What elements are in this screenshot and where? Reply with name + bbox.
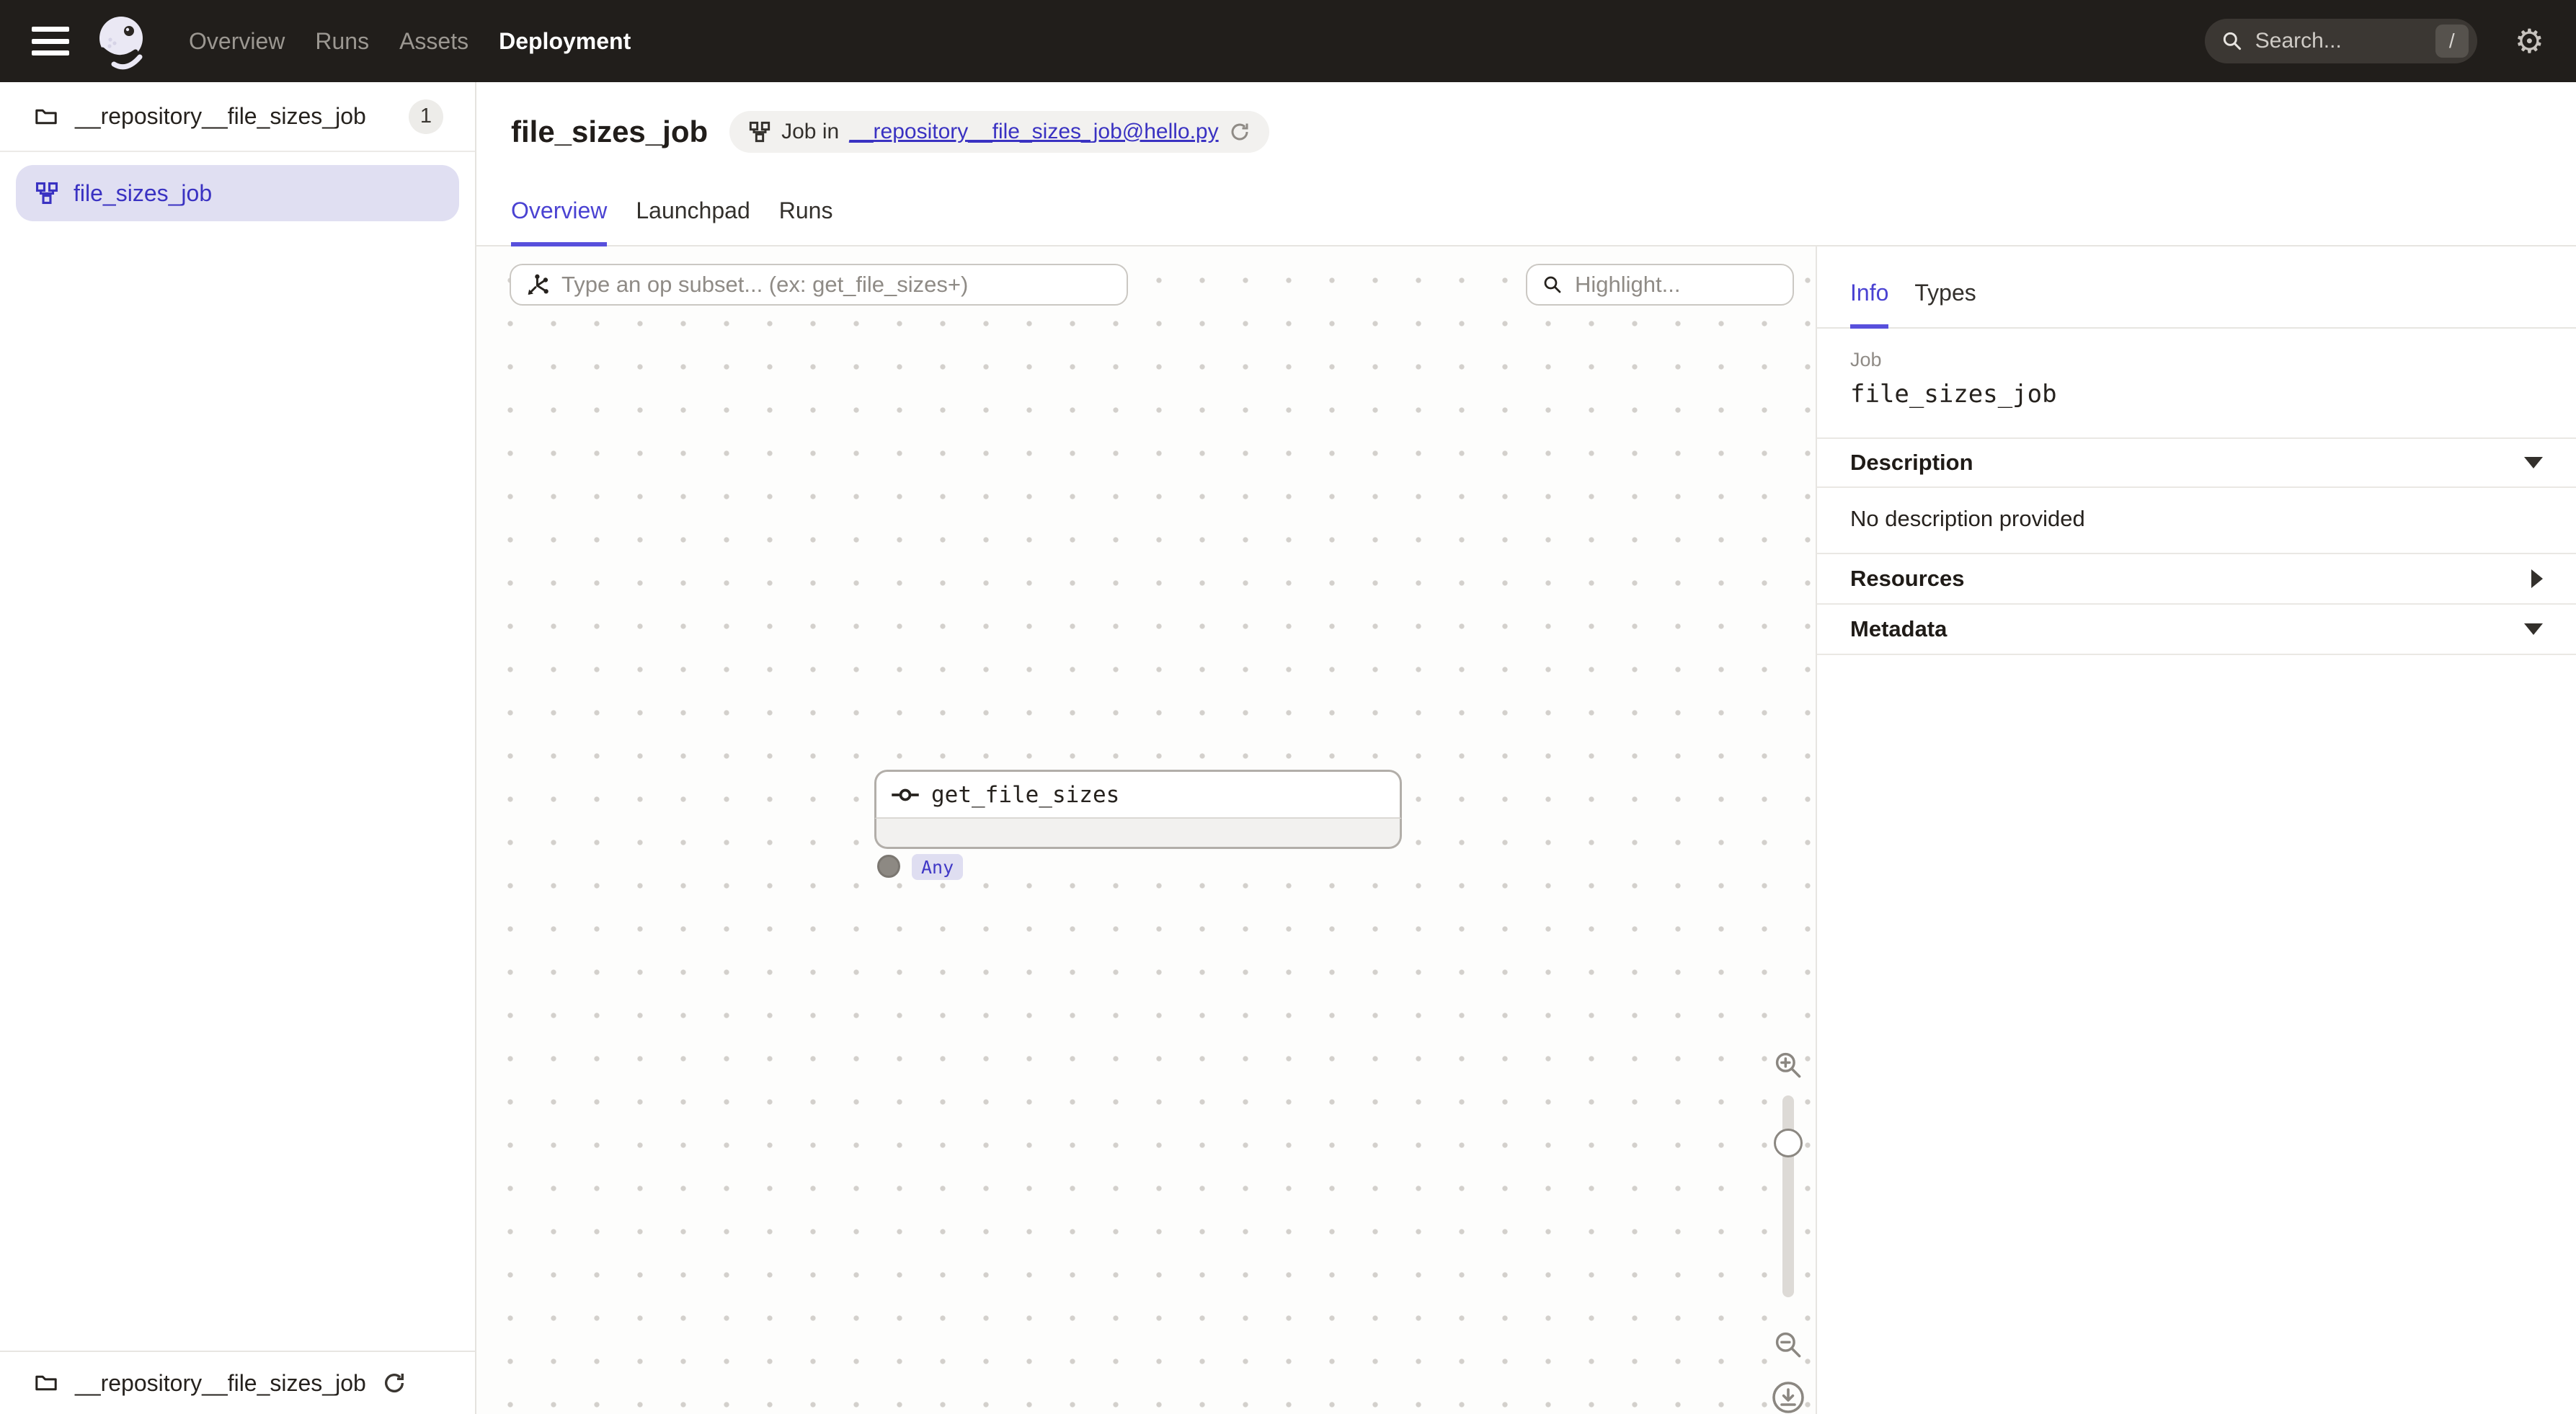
op-graph-canvas[interactable]: get_file_sizes Any — [476, 246, 1816, 1414]
reload-repository-button[interactable] — [382, 1371, 407, 1395]
folder-icon — [33, 1370, 59, 1396]
info-panel: Info Types Job file_sizes_job Descriptio… — [1816, 246, 2576, 1414]
tab-overview[interactable]: Overview — [511, 197, 607, 246]
repository-name: __repository__file_sizes_job — [75, 103, 366, 130]
job-sidebar: __repository__file_sizes_job 1 file_size… — [0, 82, 476, 1414]
job-name-value: file_sizes_job — [1850, 380, 2543, 409]
refresh-icon — [382, 1371, 407, 1395]
tab-launchpad[interactable]: Launchpad — [636, 197, 750, 246]
dagster-logo[interactable] — [91, 11, 151, 71]
info-panel-tabs: Info Types — [1817, 246, 2576, 329]
page-title: file_sizes_job — [511, 115, 708, 149]
section-header-description[interactable]: Description — [1817, 437, 2576, 488]
job-tabs: Overview Launchpad Runs — [476, 197, 2576, 246]
op-node-get-file-sizes[interactable]: get_file_sizes — [874, 770, 1402, 849]
footer-repository-name: __repository__file_sizes_job — [75, 1370, 366, 1397]
folder-icon — [33, 104, 59, 130]
nav-item-overview[interactable]: Overview — [189, 28, 285, 55]
section-title: Resources — [1850, 566, 1965, 592]
download-icon — [1771, 1380, 1806, 1414]
hamburger-menu-icon[interactable] — [32, 27, 69, 55]
op-output-port[interactable] — [877, 855, 900, 878]
op-icon — [891, 788, 920, 802]
global-search[interactable]: Search... / — [2205, 19, 2477, 63]
op-output-type-badge[interactable]: Any — [912, 854, 963, 880]
nav-item-runs[interactable]: Runs — [315, 28, 369, 55]
zoom-out-icon — [1772, 1329, 1804, 1361]
section-header-metadata[interactable]: Metadata — [1817, 605, 2576, 655]
job-source-pill: Job in __repository__file_sizes_job@hell… — [729, 111, 1269, 153]
download-graph-button[interactable] — [1771, 1380, 1806, 1414]
zoom-in-button[interactable] — [1772, 1049, 1804, 1081]
zoom-slider-handle[interactable] — [1774, 1129, 1803, 1157]
job-graph-icon — [35, 181, 59, 205]
breadcrumb-prefix: Job in — [781, 120, 839, 144]
refresh-icon — [1229, 121, 1251, 143]
reload-location-button[interactable] — [1229, 121, 1251, 143]
page-header: file_sizes_job Job in __repository__file… — [476, 82, 2576, 153]
search-placeholder: Search... — [2255, 29, 2435, 53]
repository-location-link[interactable]: __repository__file_sizes_job@hello.py — [849, 120, 1218, 144]
op-node-name: get_file_sizes — [931, 782, 1119, 808]
search-icon — [1542, 274, 1563, 295]
nav-item-deployment[interactable]: Deployment — [499, 28, 631, 55]
section-title: Description — [1850, 450, 1973, 476]
description-body: No description provided — [1817, 488, 2576, 554]
search-icon — [2221, 30, 2244, 53]
op-node-body — [874, 819, 1402, 849]
section-title: Metadata — [1850, 616, 1947, 642]
op-selector-icon — [525, 272, 550, 297]
primary-nav: Overview Runs Assets Deployment — [189, 28, 631, 55]
job-identity-block: Job file_sizes_job — [1817, 329, 2576, 437]
zoom-out-button[interactable] — [1772, 1329, 1804, 1361]
search-shortcut-key: / — [2435, 25, 2469, 58]
chevron-right-icon — [2531, 569, 2543, 588]
op-subset-input[interactable] — [561, 272, 1112, 298]
job-graph-icon — [748, 120, 771, 143]
top-nav-right: Search... / ⚙ — [2205, 19, 2544, 63]
chevron-down-icon — [2524, 457, 2543, 468]
zoom-slider-track[interactable] — [1782, 1095, 1794, 1297]
op-node-header: get_file_sizes — [874, 770, 1402, 819]
sidebar-repository-header[interactable]: __repository__file_sizes_job 1 — [0, 82, 475, 152]
workspace: get_file_sizes Any — [476, 246, 2576, 1414]
tab-types[interactable]: Types — [1914, 280, 1976, 329]
gear-icon[interactable]: ⚙ — [2515, 25, 2544, 58]
section-header-resources[interactable]: Resources — [1817, 554, 2576, 605]
repository-job-count-badge: 1 — [409, 99, 443, 134]
sidebar-footer-repository: __repository__file_sizes_job — [0, 1351, 475, 1414]
zoom-in-icon — [1772, 1049, 1804, 1081]
tab-runs[interactable]: Runs — [779, 197, 833, 246]
sidebar-job-label: file_sizes_job — [74, 180, 212, 207]
sidebar-item-file-sizes-job[interactable]: file_sizes_job — [16, 165, 459, 221]
top-nav: Overview Runs Assets Deployment Search..… — [0, 0, 2576, 82]
op-subset-filter[interactable] — [510, 264, 1128, 306]
highlight-input[interactable] — [1575, 272, 1778, 298]
chevron-down-icon — [2524, 623, 2543, 635]
job-kind-label: Job — [1850, 349, 2543, 371]
dagster-octopus-icon — [91, 11, 151, 71]
tab-info[interactable]: Info — [1850, 280, 1888, 329]
nav-item-assets[interactable]: Assets — [399, 28, 468, 55]
highlight-filter[interactable] — [1526, 264, 1794, 306]
main-content: file_sizes_job Job in __repository__file… — [476, 82, 2576, 1414]
zoom-controls — [1764, 1049, 1813, 1414]
